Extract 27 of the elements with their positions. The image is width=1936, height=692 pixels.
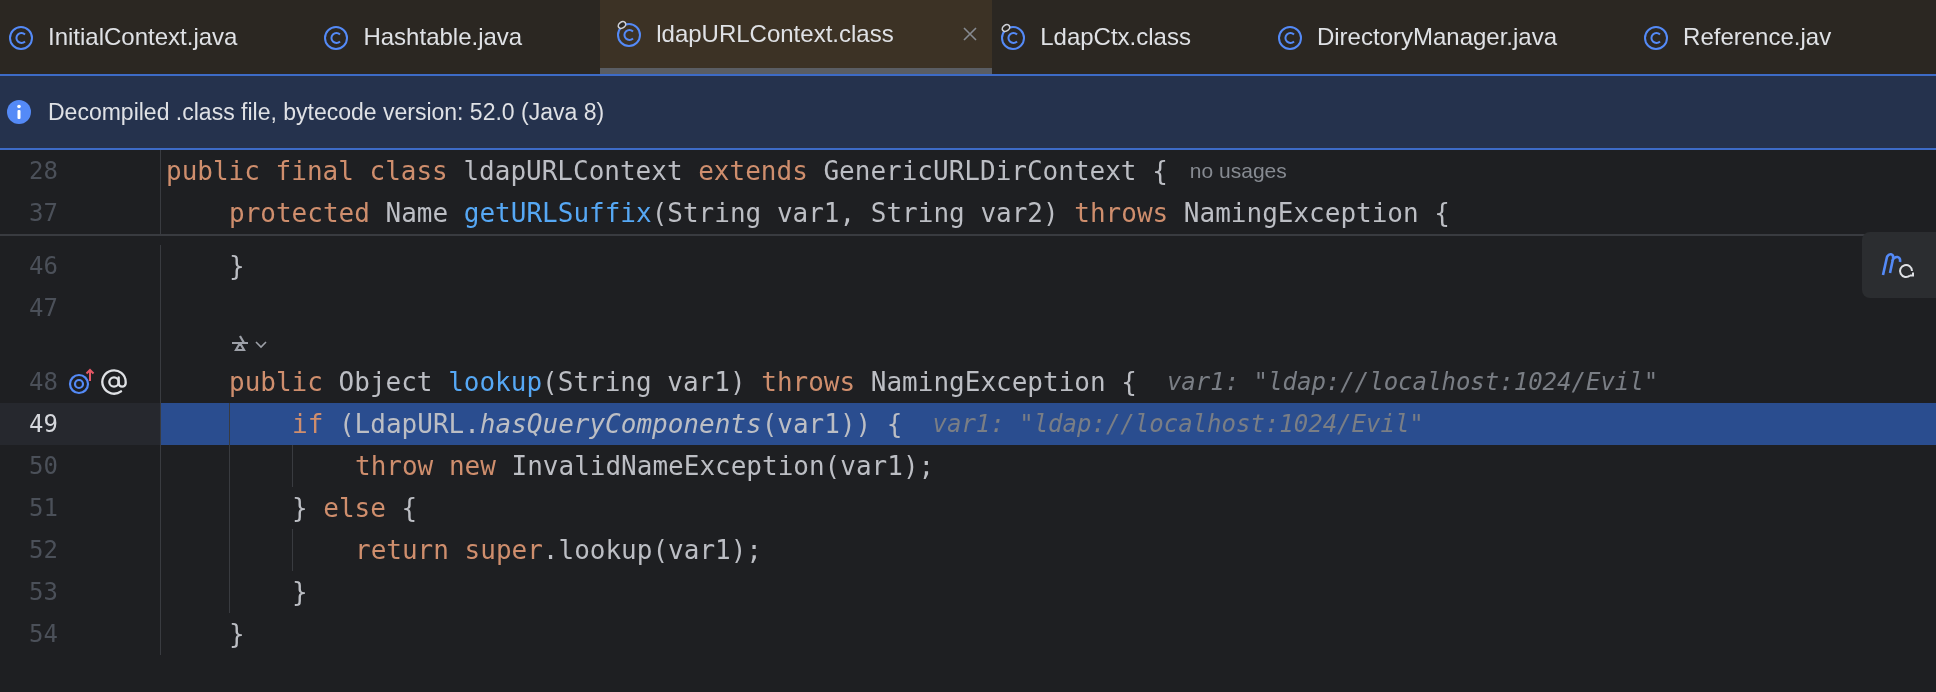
code-line: public Object lookup(String var1) throws NamingException {: [229, 365, 1137, 399]
editor-tab[interactable]: Hashtable.java: [315, 0, 601, 74]
usage-hint[interactable]: no usages: [1189, 155, 1287, 187]
code-line: protected Name getURLSuffix(String var1, String var2) throws NamingException {: [229, 196, 1450, 230]
info-icon: [6, 99, 32, 125]
code-line: }: [292, 575, 308, 609]
inlay-hint: var1: "ldap://localhost:1024/Evil": [1166, 367, 1659, 398]
code-line: } else {: [292, 491, 418, 525]
code-line: if (LdapURL.hasQueryComponents(var1)) {: [292, 407, 903, 441]
code-line: }: [229, 617, 245, 651]
editor-tab[interactable]: ldapURLContext.class: [600, 0, 993, 74]
line-number: 49: [28, 409, 58, 440]
editor-tab[interactable]: InitialContext.java: [0, 0, 316, 74]
chevron-down-icon: [255, 341, 267, 349]
code-line: }: [229, 249, 245, 283]
editor-tab[interactable]: LdapCtx.class: [992, 0, 1269, 74]
code-line: public final class ldapURLContext extends GenericURLDirContext {: [166, 154, 1168, 188]
code-line: throw new InvalidNameException(var1);: [355, 449, 935, 483]
annotation-icon[interactable]: [100, 368, 128, 396]
editor-tab[interactable]: DirectoryManager.java: [1268, 0, 1636, 74]
overrides-method-icon[interactable]: [68, 368, 96, 396]
inlay-hint: var1: "ldap://localhost:1024/Evil": [932, 409, 1424, 440]
reload-button[interactable]: [1862, 232, 1936, 298]
close-icon[interactable]: [962, 26, 979, 42]
code-line: return super.lookup(var1);: [355, 533, 762, 567]
banner-text: Decompiled .class file, bytecode version: 52.0 (Java 8): [48, 97, 605, 127]
editor-tab[interactable]: Reference.jav: [1635, 0, 1910, 74]
